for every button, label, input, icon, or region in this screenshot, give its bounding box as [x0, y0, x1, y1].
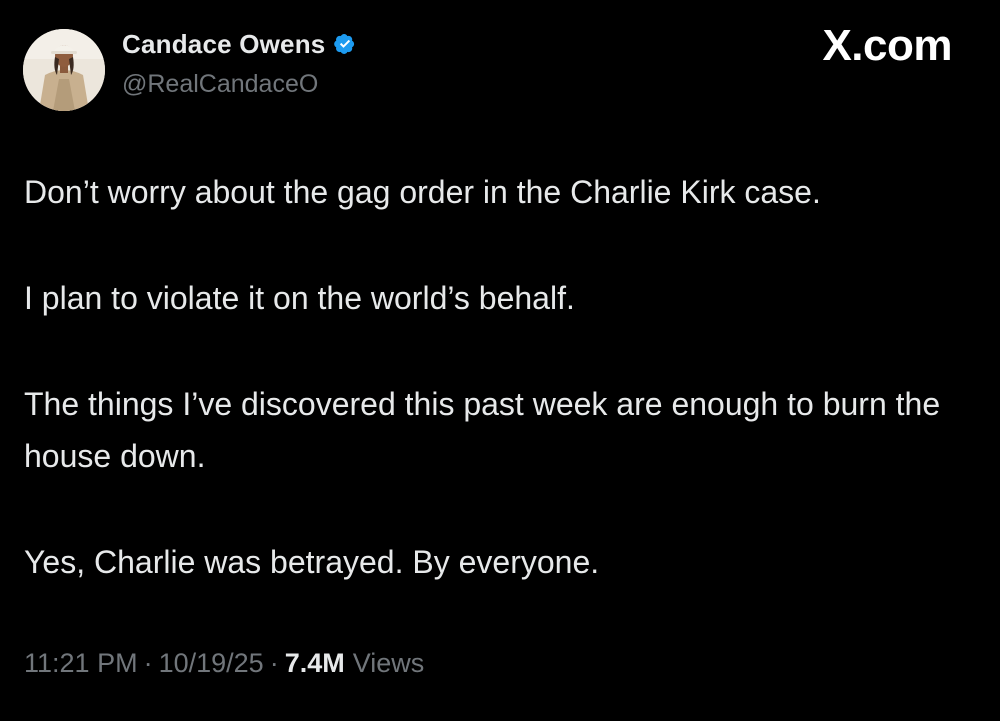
- tweet-date[interactable]: 10/19/25: [159, 648, 264, 679]
- verified-badge-icon: [332, 31, 358, 57]
- tweet-paragraph: Don’t worry about the gag order in the C…: [24, 174, 821, 210]
- tweet-paragraph: Yes, Charlie was betrayed. By everyone.: [24, 544, 600, 580]
- views-count: 7.4M: [284, 648, 345, 678]
- author-display-name[interactable]: Candace Owens: [122, 29, 325, 60]
- tweet-card: Candace Owens @RealCandaceO X.com Don’t …: [0, 0, 1000, 721]
- views-label: Views: [352, 648, 425, 678]
- meta-separator: ·: [269, 648, 279, 678]
- avatar-image-icon: [23, 29, 105, 111]
- tweet-paragraph: I plan to violate it on the world’s beha…: [24, 280, 575, 316]
- tweet-time[interactable]: 11:21 PM: [24, 648, 138, 679]
- avatar[interactable]: [23, 29, 105, 111]
- author-handle[interactable]: @RealCandaceO: [122, 70, 318, 99]
- meta-separator: ·: [143, 648, 153, 678]
- author-name-row: Candace Owens: [122, 28, 358, 60]
- tweet-meta: 11:21 PM · 10/19/25 · 7.4M Views: [24, 648, 424, 679]
- tweet-body: Don’t worry about the gag order in the C…: [24, 166, 984, 642]
- brand-watermark: X.com: [822, 21, 952, 70]
- tweet-paragraph: The things I’ve discovered this past wee…: [24, 386, 941, 474]
